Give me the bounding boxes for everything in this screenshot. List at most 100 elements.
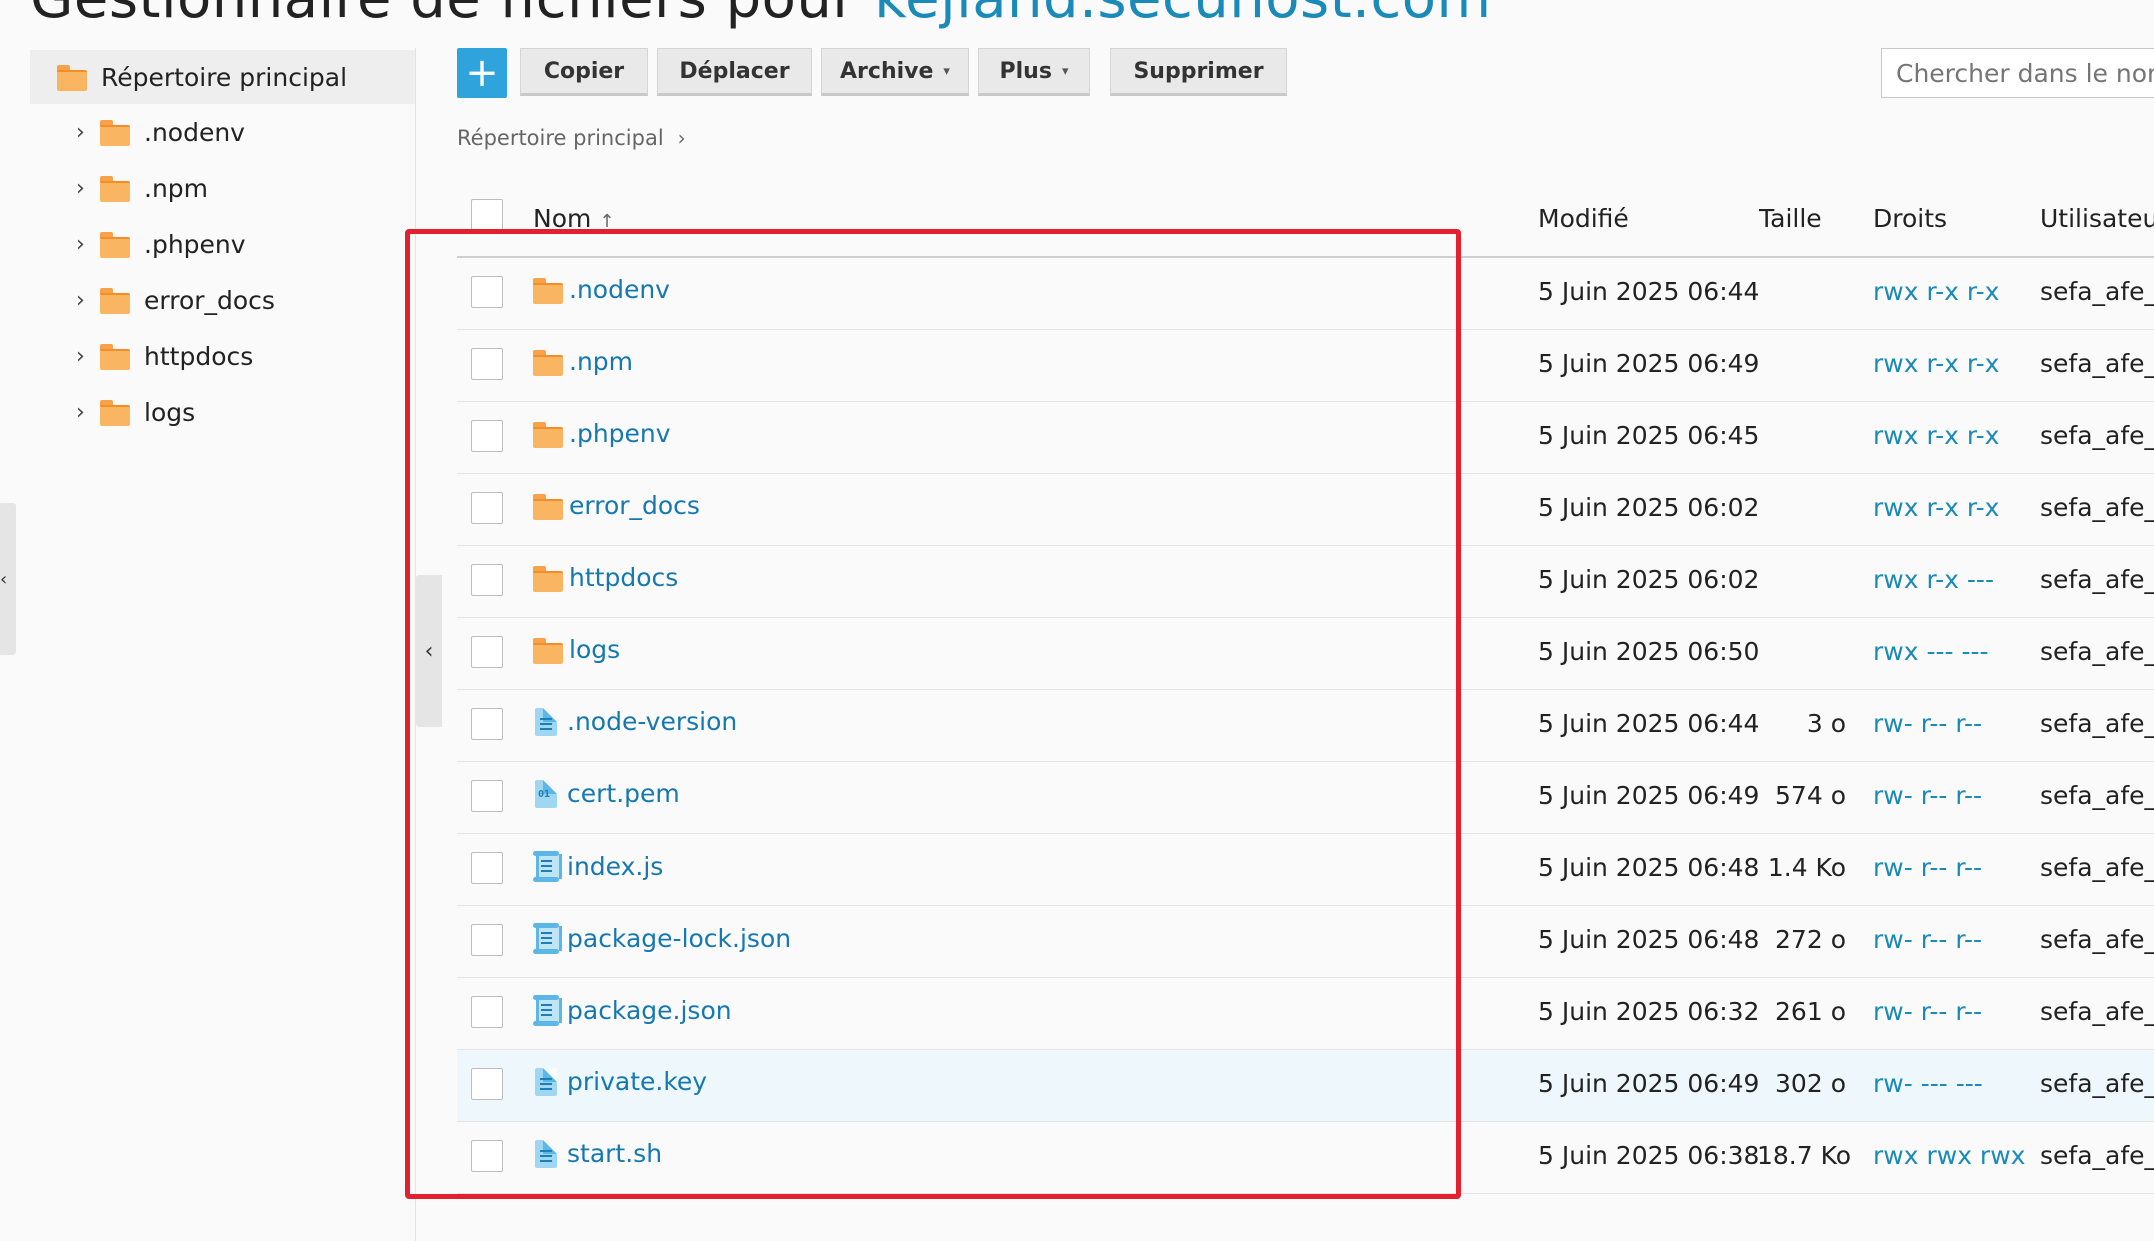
file-name-link[interactable]: package-lock.json	[567, 924, 791, 953]
permissions-link[interactable]: rwx --- ---	[1873, 637, 1989, 666]
table-row[interactable]: httpdocs 5 Juin 2025 06:02 rwx r-x --- sefa…	[457, 546, 2154, 618]
chevron-right-icon[interactable]: ›	[76, 120, 100, 145]
table-row[interactable]: 01 cert.pem 5 Juin 2025 06:49 574 o rw- r-- …	[457, 762, 2154, 834]
file-name-link[interactable]: private.key	[567, 1067, 707, 1096]
row-checkbox[interactable]	[471, 276, 503, 308]
file-name-cell: start.sh	[533, 1139, 662, 1168]
folder-icon	[100, 288, 130, 314]
column-header-size[interactable]: Taille	[1759, 204, 1822, 233]
file-name-cell: logs	[533, 635, 620, 664]
archive-button[interactable]: Archive ▾	[821, 48, 969, 96]
permissions-link[interactable]: rwx rwx rwx	[1873, 1141, 2025, 1170]
table-row[interactable]: logs 5 Juin 2025 06:50 rwx --- --- sefa_afe…	[457, 618, 2154, 690]
sidebar-item-label: .npm	[144, 173, 209, 203]
table-row[interactable]: package-lock.json 5 Juin 2025 06:48 272 o r…	[457, 906, 2154, 978]
file-name-cell: 01 cert.pem	[533, 779, 680, 808]
table-row[interactable]: .node-version 5 Juin 2025 06:44 3 o rw- r--…	[457, 690, 2154, 762]
permissions-link[interactable]: rw- r-- r--	[1873, 853, 1982, 882]
file-name-link[interactable]: error_docs	[569, 491, 700, 520]
sidebar-item-nodenv[interactable]: › .nodenv	[30, 104, 415, 160]
row-checkbox[interactable]	[471, 852, 503, 884]
file-name-link[interactable]: .npm	[569, 347, 633, 376]
sidebar-item-npm[interactable]: › .npm	[30, 160, 415, 216]
row-checkbox[interactable]	[471, 564, 503, 596]
row-checkbox[interactable]	[471, 708, 503, 740]
row-checkbox[interactable]	[471, 924, 503, 956]
permissions-link[interactable]: rwx r-x r-x	[1873, 493, 1999, 522]
table-row[interactable]: index.js 5 Juin 2025 06:48 1.4 Ko rw- r-- r…	[457, 834, 2154, 906]
file-name-link[interactable]: .node-version	[567, 707, 737, 736]
table-header: Nom ↑ Modifié Taille Droits Utilisateur	[457, 196, 2154, 258]
permissions-link[interactable]: rwx r-x r-x	[1873, 277, 1999, 306]
file-name-link[interactable]: start.sh	[567, 1139, 662, 1168]
file-size: 574 o	[1775, 781, 1846, 810]
sidebar-item-logs[interactable]: › logs	[30, 384, 415, 440]
table-row[interactable]: .phpenv 5 Juin 2025 06:45 rwx r-x r-x sefa_…	[457, 402, 2154, 474]
table-row[interactable]: package.json 5 Juin 2025 06:32 261 o rw- r-…	[457, 978, 2154, 1050]
delete-button[interactable]: Supprimer	[1110, 48, 1287, 96]
row-checkbox[interactable]	[471, 996, 503, 1028]
chevron-right-icon[interactable]: ›	[76, 232, 100, 257]
search-input[interactable]	[1881, 48, 2154, 98]
file-name-link[interactable]: httpdocs	[569, 563, 678, 592]
folder-icon	[57, 65, 87, 91]
column-header-rights[interactable]: Droits	[1873, 204, 1947, 233]
owner-user: sefa_afe_7	[2040, 925, 2154, 954]
row-checkbox[interactable]	[471, 636, 503, 668]
table-row[interactable]: .npm 5 Juin 2025 06:49 rwx r-x r-x sefa_afe…	[457, 330, 2154, 402]
more-button[interactable]: Plus ▾	[978, 48, 1090, 96]
table-row[interactable]: start.sh 5 Juin 2025 06:38 18.7 Ko rwx rwx …	[457, 1122, 2154, 1194]
sidebar-item-error-docs[interactable]: › error_docs	[30, 272, 415, 328]
permissions-link[interactable]: rw- r-- r--	[1873, 997, 1982, 1026]
file-name-link[interactable]: cert.pem	[567, 779, 680, 808]
permissions-link[interactable]: rw- r-- r--	[1873, 781, 1982, 810]
file-name-cell: private.key	[533, 1067, 707, 1096]
table-row[interactable]: error_docs 5 Juin 2025 06:02 rwx r-x r-x se…	[457, 474, 2154, 546]
table-row[interactable]: private.key 5 Juin 2025 06:49 302 o rw- ---…	[457, 1050, 2154, 1122]
permissions-link[interactable]: rwx r-x ---	[1873, 565, 1994, 594]
folder-icon	[533, 565, 563, 592]
file-name-cell: .nodenv	[533, 275, 670, 304]
file-name-link[interactable]: index.js	[567, 852, 663, 881]
chevron-right-icon[interactable]: ›	[76, 400, 100, 425]
file-name-link[interactable]: .nodenv	[569, 275, 670, 304]
breadcrumb-item-root[interactable]: Répertoire principal	[457, 126, 664, 150]
permissions-link[interactable]: rwx r-x r-x	[1873, 349, 1999, 378]
sidebar-item-root[interactable]: Répertoire principal	[30, 50, 415, 104]
row-checkbox[interactable]	[471, 420, 503, 452]
add-button[interactable]: +	[457, 48, 507, 98]
permissions-link[interactable]: rwx r-x r-x	[1873, 421, 1999, 450]
file-name-link[interactable]: package.json	[567, 996, 732, 1025]
chevron-right-icon[interactable]: ›	[76, 344, 100, 369]
file-name-link[interactable]: .phpenv	[569, 419, 671, 448]
permissions-link[interactable]: rw- r-- r--	[1873, 925, 1982, 954]
folder-icon	[100, 344, 130, 370]
column-header-user[interactable]: Utilisateur	[2040, 204, 2154, 233]
folder-icon	[100, 176, 130, 202]
row-checkbox[interactable]	[471, 492, 503, 524]
permissions-link[interactable]: rw- r-- r--	[1873, 709, 1982, 738]
row-checkbox[interactable]	[471, 780, 503, 812]
table-row[interactable]: .nodenv 5 Juin 2025 06:44 rwx r-x r-x sefa_…	[457, 258, 2154, 330]
select-all-checkbox[interactable]	[471, 199, 503, 231]
column-header-modified[interactable]: Modifié	[1538, 204, 1629, 233]
left-panel-toggle[interactable]: ‹	[0, 503, 16, 655]
file-size: 302 o	[1775, 1069, 1846, 1098]
move-button[interactable]: Déplacer	[657, 48, 812, 96]
chevron-right-icon[interactable]: ›	[76, 288, 100, 313]
copy-button[interactable]: Copier	[520, 48, 648, 96]
folder-icon	[533, 637, 563, 664]
owner-user: sefa_afe_7	[2040, 781, 2154, 810]
sidebar-item-phpenv[interactable]: › .phpenv	[30, 216, 415, 272]
row-checkbox[interactable]	[471, 1068, 503, 1100]
collapse-sidebar-button[interactable]: ‹	[416, 575, 442, 727]
breadcrumb: Répertoire principal ›	[457, 126, 686, 150]
permissions-link[interactable]: rw- --- ---	[1873, 1069, 1983, 1098]
row-checkbox[interactable]	[471, 348, 503, 380]
file-name-link[interactable]: logs	[569, 635, 620, 664]
column-header-name[interactable]: Nom ↑	[533, 204, 614, 233]
chevron-right-icon[interactable]: ›	[76, 176, 100, 201]
row-checkbox[interactable]	[471, 1140, 503, 1172]
title-domain-link[interactable]: kejiand.secuhost.com	[874, 0, 1491, 31]
sidebar-item-httpdocs[interactable]: › httpdocs	[30, 328, 415, 384]
